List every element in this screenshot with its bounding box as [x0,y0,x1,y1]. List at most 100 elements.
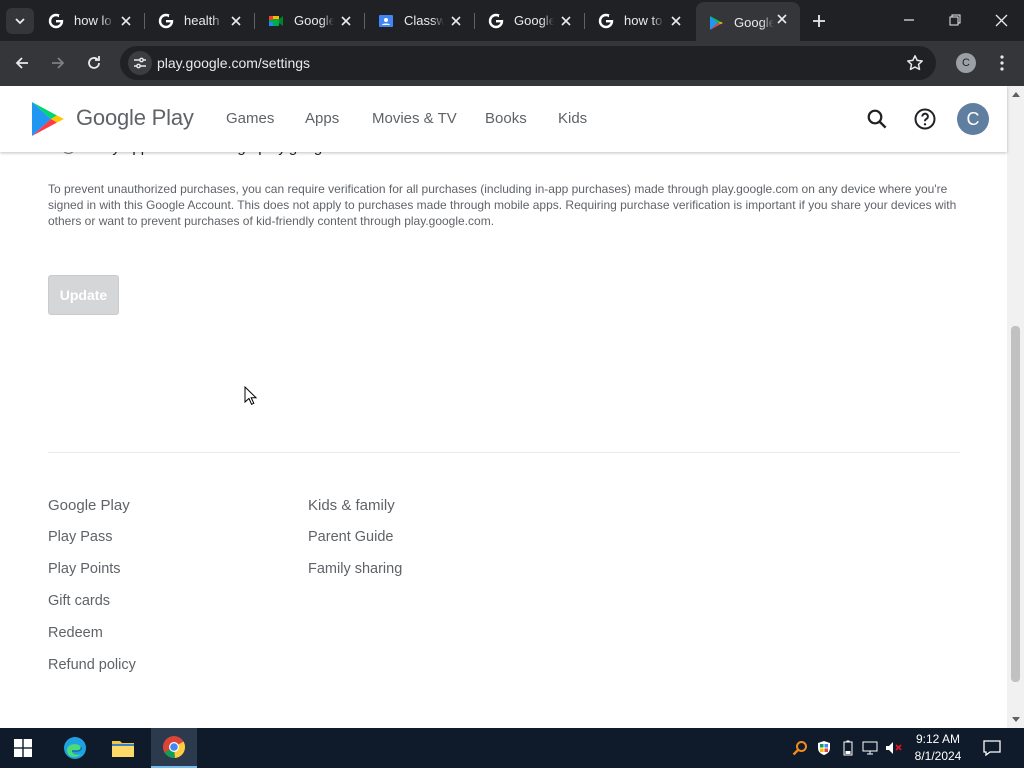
url-text[interactable]: play.google.com/settings [157,55,310,71]
more-vert-icon [1000,55,1004,71]
browser-toolbar: play.google.com/settings C [0,41,1024,86]
google-g-icon [48,13,64,29]
google-g-icon [158,13,174,29]
tab-title: Classw [404,13,444,28]
close-icon[interactable] [338,13,354,29]
shield-icon[interactable] [814,738,834,758]
scrollbar-thumb[interactable] [1011,326,1020,682]
footer-divider [48,452,960,453]
nav-books[interactable]: Books [485,110,527,127]
google-play-brand[interactable]: Google Play [76,105,194,131]
purchase-verification-info: To prevent unauthorized purchases, you c… [48,182,957,228]
file-explorer-taskbar-button[interactable] [100,728,146,768]
vertical-scrollbar[interactable] [1007,86,1024,728]
update-button[interactable]: Update [48,275,119,315]
footer-heading: Kids & family [308,497,395,514]
address-bar[interactable]: play.google.com/settings [120,46,936,80]
footer-link-play-pass[interactable]: Play Pass [48,529,136,549]
edge-taskbar-button[interactable] [52,728,98,768]
edge-icon [64,737,86,759]
arrow-right-icon [52,57,65,69]
site-settings-icon[interactable] [128,51,152,75]
tab-title: Google [294,13,334,28]
browser-tab[interactable]: Google [476,4,585,37]
close-icon[interactable] [228,13,244,29]
help-icon[interactable] [912,106,938,132]
nav-kids[interactable]: Kids [558,110,587,127]
reload-icon [88,56,100,69]
footer-link-play-points[interactable]: Play Points [48,561,136,581]
notification-center-button[interactable] [980,736,1004,760]
browser-tab[interactable]: Google [256,4,365,37]
tab-title: Google [734,15,774,30]
google-play-header: Google Play Games Apps Movies & TV Books… [0,86,1007,152]
google-play-logo-icon[interactable] [30,101,68,137]
footer-link-parent-guide[interactable]: Parent Guide [308,529,402,549]
tab-search-button[interactable] [6,8,34,34]
search-tray-icon[interactable] [790,738,810,758]
nav-movies-tv[interactable]: Movies & TV [372,110,457,127]
scroll-up-icon[interactable] [1011,90,1020,98]
browser-tab[interactable]: Classw [366,4,475,37]
tab-strip: how lo health l Google Classw Google how… [0,0,1024,41]
chrome-taskbar-button[interactable] [151,728,197,768]
browser-tab[interactable]: how to [586,4,694,37]
volume-muted-icon[interactable] [884,738,904,758]
close-icon[interactable] [448,13,464,29]
browser-tab-active[interactable]: Google [696,2,800,41]
profile-avatar[interactable]: C [956,53,976,73]
new-tab-button[interactable] [808,10,830,32]
page-viewport: Google Play Games Apps Movies & TV Books… [0,86,1024,728]
tab-separator [474,13,475,29]
battery-icon[interactable] [838,738,858,758]
arrow-left-icon [15,57,28,69]
back-button[interactable] [8,49,36,77]
browser-tab[interactable]: how lo [36,4,145,37]
google-g-icon [598,13,614,29]
restore-icon [949,14,961,26]
nav-apps[interactable]: Apps [305,110,339,127]
google-meet-icon [268,13,284,29]
minimize-button[interactable] [886,0,932,40]
clock-time: 9:12 AM [915,732,961,746]
tab-title: health l [184,13,224,28]
mouse-pointer-icon [244,386,258,405]
folder-icon [112,741,134,757]
tab-title: how to [624,13,663,28]
account-avatar[interactable]: C [957,103,989,135]
forward-button[interactable] [44,49,72,77]
restore-button[interactable] [932,0,978,40]
notification-icon [983,740,1001,756]
search-icon[interactable] [864,106,890,132]
footer-heading: Google Play [48,497,130,514]
close-window-button[interactable] [978,0,1024,40]
footer-link-gift-cards[interactable]: Gift cards [48,593,136,613]
settings-content: Only app installs through play.google.co… [0,86,1007,728]
tab-title: Google [514,13,554,28]
taskbar-clock[interactable]: 9:12 AM 8/1/2024 [908,731,968,765]
google-g-icon [488,13,504,29]
close-icon[interactable] [668,13,684,29]
nav-games[interactable]: Games [226,110,274,127]
scroll-down-icon[interactable] [1011,715,1020,723]
close-icon[interactable] [118,13,134,29]
tab-separator [584,13,585,29]
close-icon[interactable] [774,11,790,27]
chrome-icon [163,736,186,759]
start-button[interactable] [0,728,46,768]
reload-button[interactable] [80,49,108,77]
tab-separator [364,13,365,29]
footer-column-kids-family: Kids & family Parent Guide Family sharin… [308,497,402,593]
close-icon [995,14,1007,26]
browser-menu-button[interactable] [988,49,1016,77]
browser-tab[interactable]: health l [146,4,255,37]
footer-link-redeem[interactable]: Redeem [48,625,136,645]
network-icon[interactable] [860,738,880,758]
close-icon[interactable] [558,13,574,29]
footer-link-family-sharing[interactable]: Family sharing [308,561,402,581]
footer-link-refund-policy[interactable]: Refund policy [48,657,136,677]
bookmark-star-icon[interactable] [906,54,924,72]
plus-icon [813,15,825,27]
chevron-down-icon [15,18,25,25]
windows-taskbar: 9:12 AM 8/1/2024 [0,728,1024,768]
